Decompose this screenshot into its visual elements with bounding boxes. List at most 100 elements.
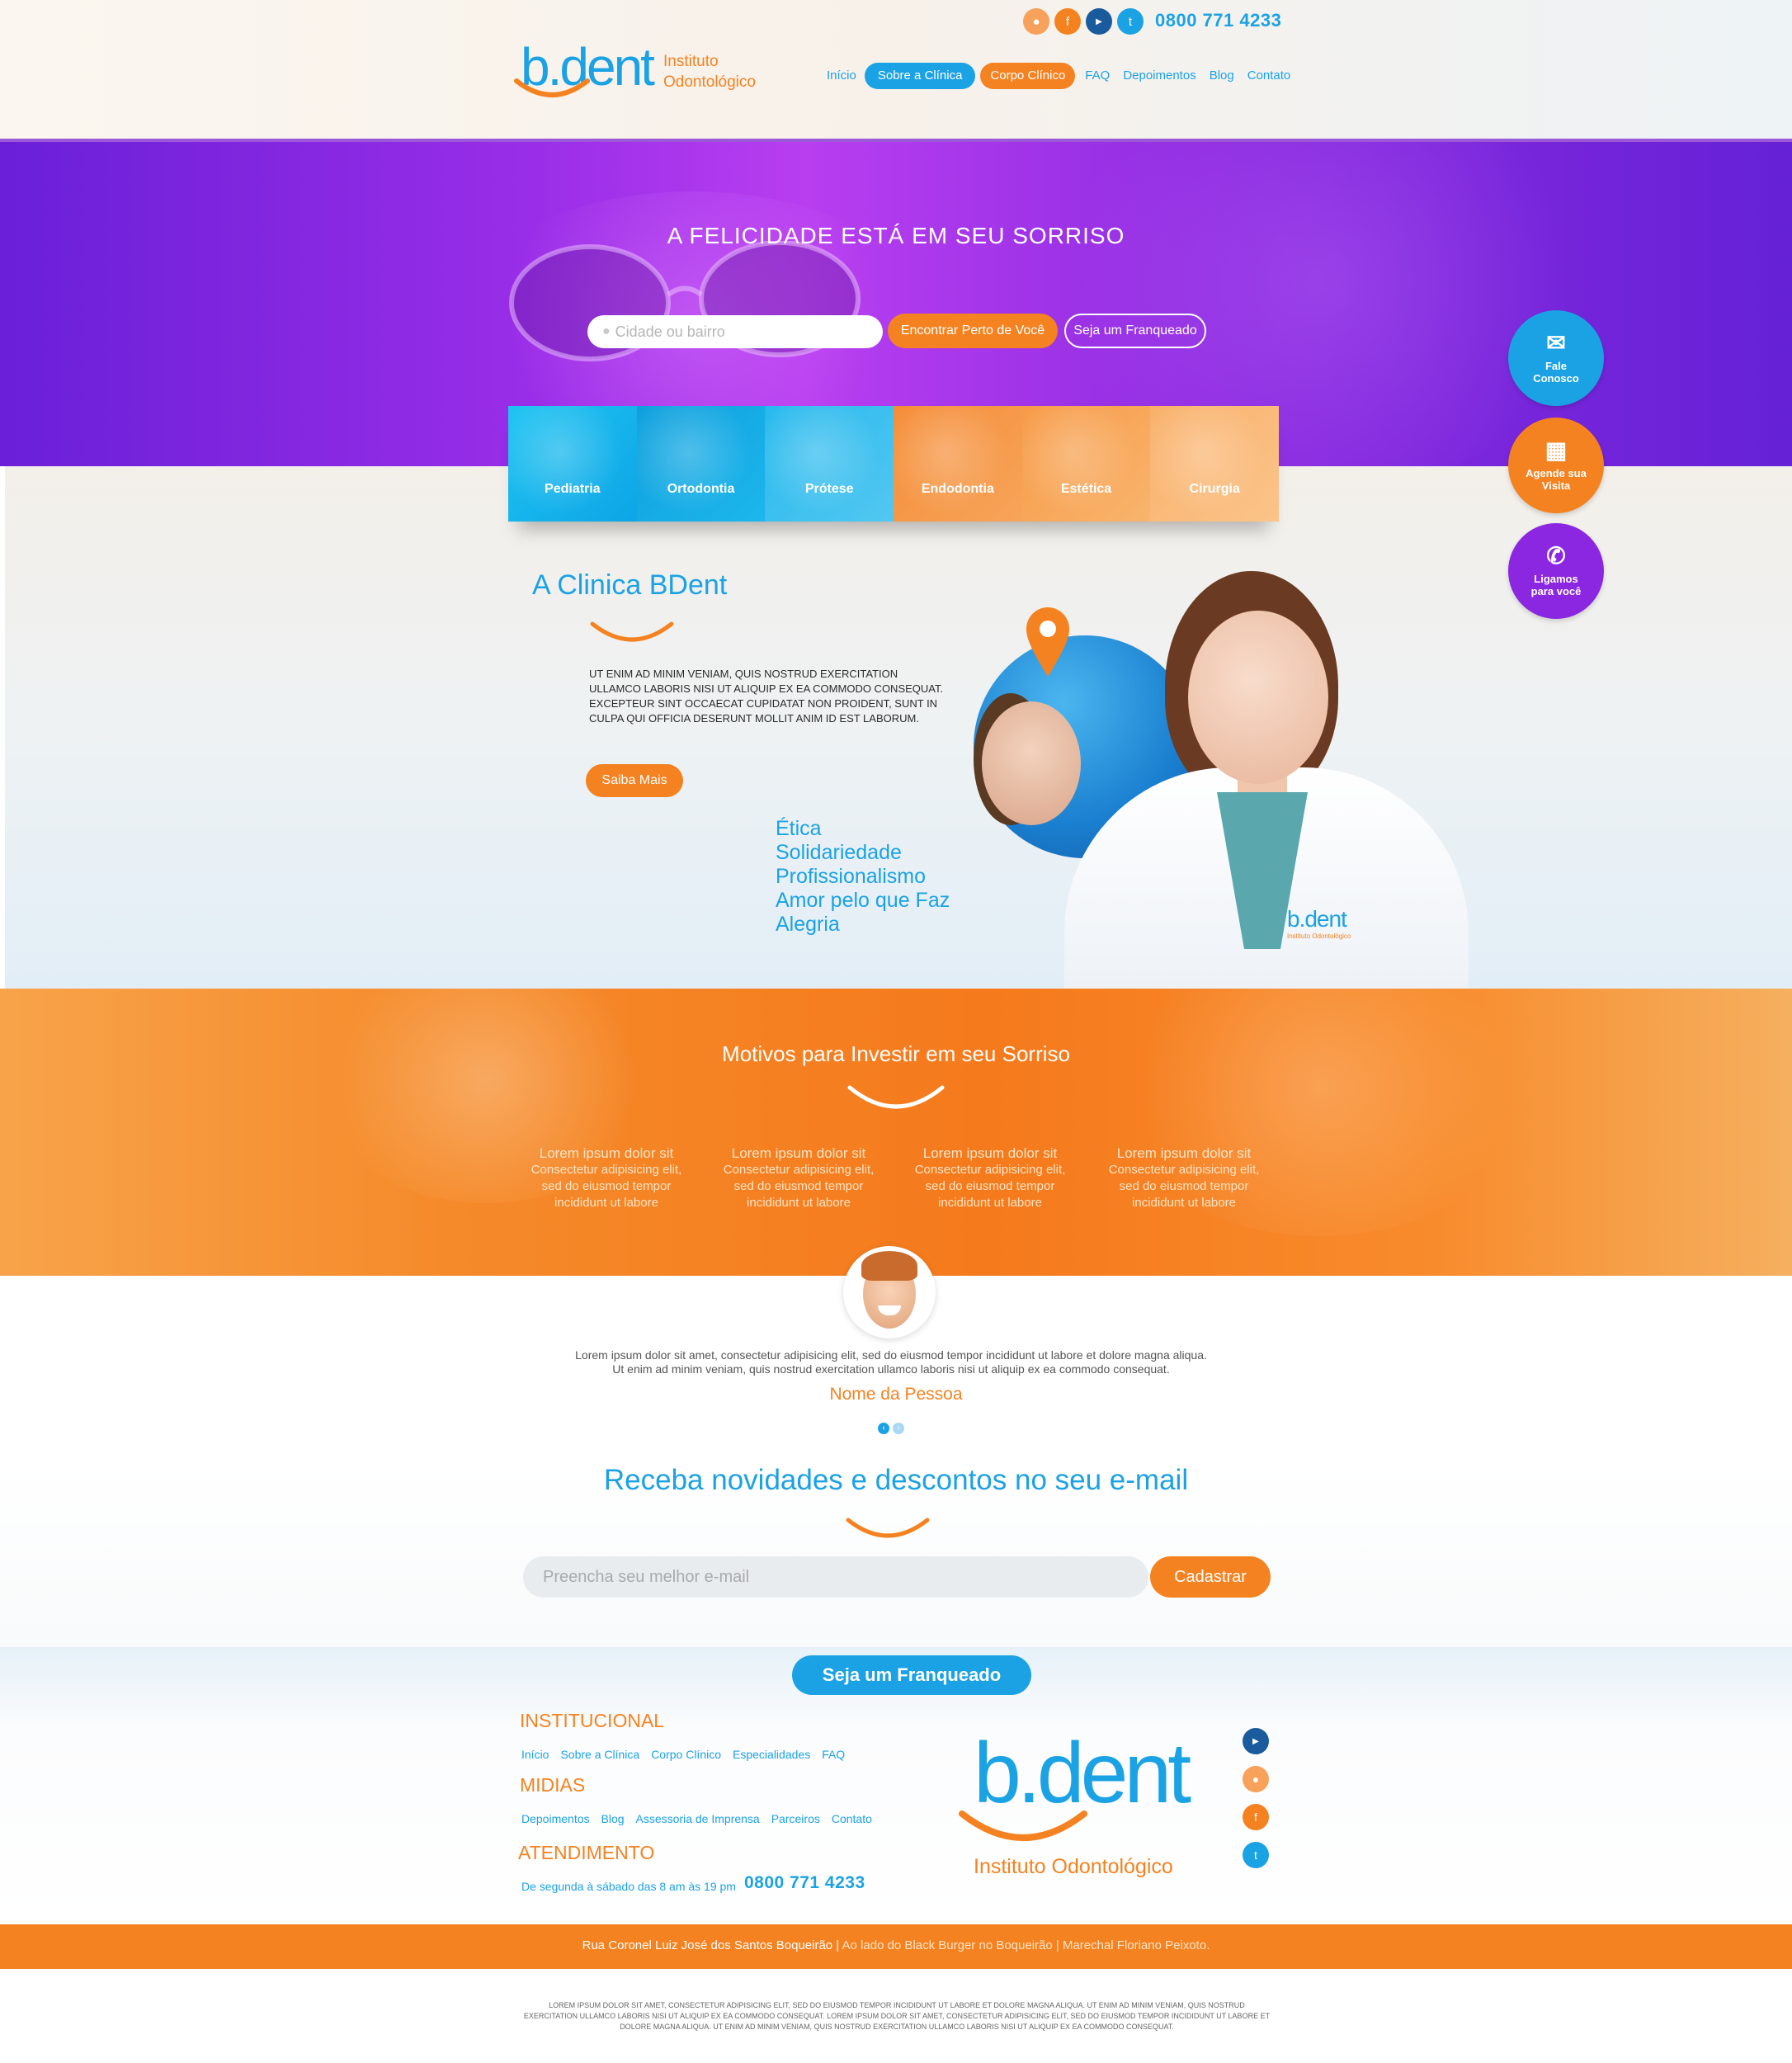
location-icon[interactable]: ● xyxy=(1243,1766,1269,1792)
next-arrow-icon[interactable]: › xyxy=(893,1423,904,1434)
footer-phone[interactable]: 0800 771 4233 xyxy=(744,1873,865,1893)
find-nearby-button[interactable]: Encontrar Perto de Você xyxy=(888,314,1058,348)
nav-depoimentos[interactable]: Depoimentos xyxy=(1116,63,1202,89)
facebook-icon[interactable]: f xyxy=(1243,1804,1269,1830)
about-description: UT ENIM AD MINIM VENIAM, QUIS NOSTRUD EX… xyxy=(589,668,944,725)
footer-link[interactable]: Corpo Clínico xyxy=(651,1748,721,1761)
newsletter-email-input[interactable]: Preencha seu melhor e-mail xyxy=(523,1556,1148,1598)
logo-subtitle: Instituto Odontológico xyxy=(663,51,756,92)
reason-body: Consectetur adipisicing elit, sed do eiu… xyxy=(914,1163,1066,1210)
address-main: Rua Coronel Luiz José dos Santos Boqueir… xyxy=(582,1938,840,1952)
reasons-section xyxy=(0,989,1792,1276)
testimonial-pagination: ‹ › xyxy=(878,1423,904,1434)
footer-address: Rua Coronel Luiz José dos Santos Boqueir… xyxy=(0,1938,1792,1952)
hero-title: A FELICIDADE ESTÁ EM SEU SORRISO xyxy=(667,223,1125,248)
reasons-title: Motivos para Investir em seu Sorriso xyxy=(722,1041,1070,1066)
footer-link[interactable]: Início xyxy=(521,1748,549,1761)
specialty-label: Prótese xyxy=(804,482,854,496)
footer-link[interactable]: Blog xyxy=(601,1812,625,1825)
header-phone[interactable]: 0800 771 4233 xyxy=(1155,10,1281,31)
footer-franchise-button[interactable]: Seja um Franqueado xyxy=(792,1655,1031,1695)
testimonial-avatar xyxy=(843,1246,936,1338)
footer-heading-atendimento: ATENDIMENTO xyxy=(518,1842,655,1863)
prev-arrow-icon[interactable]: ‹ xyxy=(878,1423,889,1434)
youtube-icon[interactable]: ▶ xyxy=(1243,1728,1269,1754)
hero-franchise-button[interactable]: Seja um Franqueado xyxy=(1064,314,1206,348)
twitter-icon[interactable]: t xyxy=(1117,8,1144,35)
specialty-label: Pediatria xyxy=(545,482,601,496)
phone-icon: ✆ xyxy=(1546,543,1566,569)
logo-smile-icon xyxy=(959,1810,1087,1841)
fab-label: para você xyxy=(1530,585,1582,597)
reason-item: Lorem ipsum dolor sit Consectetur adipis… xyxy=(908,1145,1073,1211)
facebook-icon[interactable]: f xyxy=(1054,8,1081,35)
specialty-pediatria[interactable]: Pediatria xyxy=(508,406,637,522)
top-social-icons: ● f ▶ t xyxy=(1023,8,1144,35)
value-item: Ética xyxy=(776,817,822,840)
smile-divider-icon xyxy=(846,1518,930,1538)
fab-label: Conosco xyxy=(1533,372,1579,385)
logo-subtitle-line1: Instituto xyxy=(663,53,719,70)
values-list: Ética Solidariedade Profissionalismo Amo… xyxy=(776,817,950,937)
reason-item: Lorem ipsum dolor sit Consectetur adipis… xyxy=(1101,1145,1266,1211)
doctor-coat-logo: b.dent Instituto Odontológico xyxy=(1287,906,1351,940)
location-pin-icon xyxy=(1026,607,1069,677)
nav-corpo-clinico[interactable]: Corpo Clínico xyxy=(980,63,1076,89)
fab-label: Agende sua xyxy=(1526,467,1587,479)
fab-label: Ligamos xyxy=(1534,573,1578,585)
newsletter-submit-button[interactable]: Cadastrar xyxy=(1150,1556,1271,1598)
footer-hours: De segunda à sábado das 8 am às 19 pm xyxy=(521,1880,736,1893)
footer-link[interactable]: Especialidades xyxy=(733,1748,810,1761)
nav-blog[interactable]: Blog xyxy=(1203,63,1241,89)
agende-visita-button[interactable]: ▦ Agende sua Visita xyxy=(1508,418,1604,513)
location-search-input[interactable]: ● Cidade ou bairro xyxy=(587,315,883,348)
footer-link[interactable]: Assessoria de Imprensa xyxy=(636,1812,760,1825)
reason-title: Lorem ipsum dolor sit xyxy=(922,1145,1058,1161)
twitter-icon[interactable]: t xyxy=(1243,1842,1269,1868)
nav-sobre-clinica[interactable]: Sobre a Clínica xyxy=(864,63,976,89)
value-item: Amor pelo que Faz xyxy=(776,889,950,912)
nav-faq[interactable]: FAQ xyxy=(1078,63,1116,89)
reason-body: Consectetur adipisicing elit, sed do eiu… xyxy=(531,1163,682,1210)
nav-inicio[interactable]: Início xyxy=(820,63,863,89)
footer-link[interactable]: FAQ xyxy=(822,1748,845,1761)
specialty-estetica[interactable]: Estética xyxy=(1021,406,1151,522)
site-header: b.dent Instituto Odontológico ● f ▶ t 08… xyxy=(0,0,1792,140)
logo-smile-icon xyxy=(514,78,590,97)
footer-logo-subtitle: Instituto Odontológico xyxy=(974,1855,1173,1878)
fale-conosco-button[interactable]: ✉ Fale Conosco xyxy=(1508,310,1604,406)
testimonial-name: Nome da Pessoa xyxy=(829,1385,963,1404)
calendar-icon: ▦ xyxy=(1544,437,1568,463)
avatar-hair xyxy=(861,1251,917,1281)
patient-photo-face xyxy=(982,701,1081,825)
nav-contato[interactable]: Contato xyxy=(1241,63,1298,89)
reason-title: Lorem ipsum dolor sit xyxy=(539,1145,674,1161)
specialty-label: Estética xyxy=(1060,482,1112,496)
youtube-icon[interactable]: ▶ xyxy=(1086,8,1112,35)
badge-logo-sub: Instituto Odontológico xyxy=(1287,932,1351,940)
specialty-label: Ortodontia xyxy=(667,482,735,496)
saiba-mais-button[interactable]: Saiba Mais xyxy=(586,764,683,797)
specialty-endodontia[interactable]: Endodontia xyxy=(894,406,1022,522)
legal-text: LOREM IPSUM DOLOR SIT AMET, CONSECTETUR … xyxy=(523,2001,1271,2031)
badge-logo-text: b.dent xyxy=(1287,906,1347,932)
specialty-ortodontia[interactable]: Ortodontia xyxy=(636,406,766,522)
specialty-protese[interactable]: Prótese xyxy=(765,406,894,522)
footer-link[interactable]: Parceiros xyxy=(771,1812,820,1825)
reason-body: Consectetur adipisicing elit, sed do eiu… xyxy=(1108,1163,1260,1210)
smile-divider-icon xyxy=(590,621,674,642)
footer-link[interactable]: Depoimentos xyxy=(521,1812,590,1825)
footer-link[interactable]: Sobre a Clínica xyxy=(560,1748,639,1761)
ligamos-button[interactable]: ✆ Ligamos para você xyxy=(1508,523,1604,619)
newsletter-title: Receba novidades e descontos no seu e-ma… xyxy=(603,1464,1189,1496)
footer-heading-institucional: INSTITUCIONAL xyxy=(520,1710,665,1731)
footer-links-midias: Depoimentos Blog Assessoria de Imprensa … xyxy=(521,1812,872,1825)
footer-link[interactable]: Contato xyxy=(832,1812,872,1825)
location-icon[interactable]: ● xyxy=(1023,8,1049,35)
reason-title: Lorem ipsum dolor sit xyxy=(1116,1145,1252,1161)
brand-logo[interactable]: b.dent Instituto Odontológico xyxy=(508,37,772,117)
footer-heading-midias: MIDIAS xyxy=(520,1774,586,1796)
specialty-cirurgia[interactable]: Cirurgia xyxy=(1150,406,1280,522)
footer-links-institucional: Início Sobre a Clínica Corpo Clínico Esp… xyxy=(521,1748,845,1761)
specialty-label: Cirurgia xyxy=(1189,482,1240,496)
